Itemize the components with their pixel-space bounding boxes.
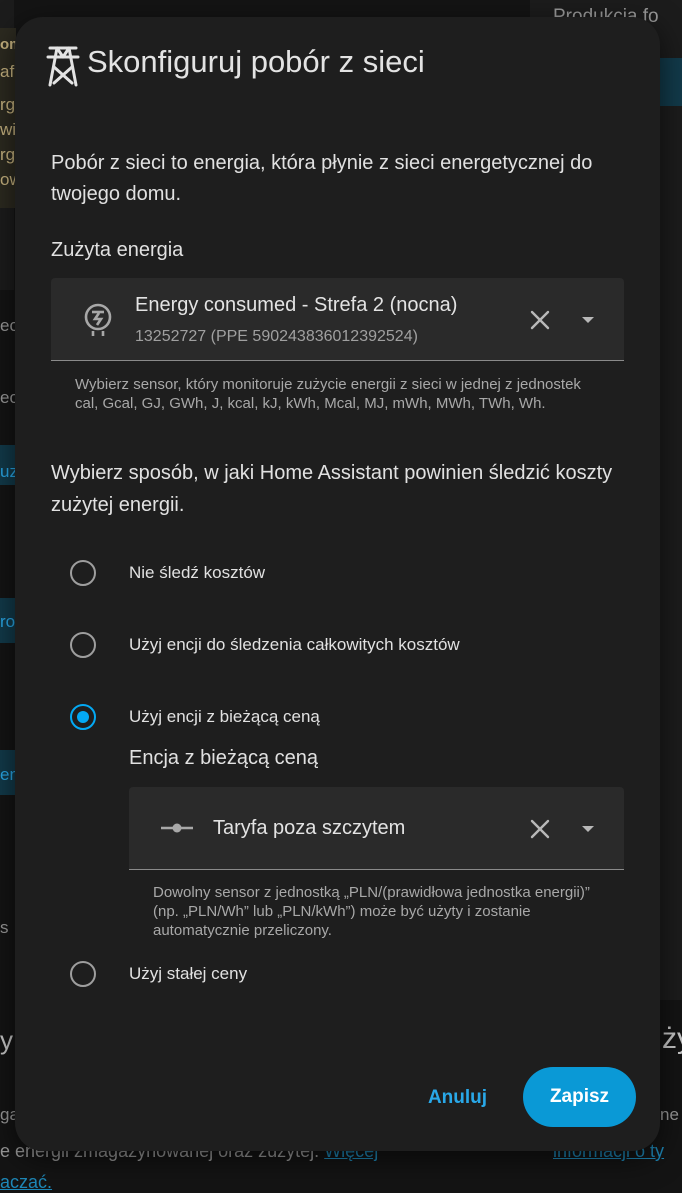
price-entity-dropdown-icon[interactable] bbox=[582, 826, 594, 832]
price-entity-value: Taryfa poza szczytem bbox=[213, 817, 406, 839]
bg-frag: y bbox=[0, 1025, 13, 1055]
bg-link[interactable]: aczać. bbox=[0, 1172, 52, 1192]
energy-sensor-picker[interactable]: Energy consumed - Strefa 2 (nocna) 13252… bbox=[51, 278, 624, 361]
radio-label: Użyj encji do śledzenia całkowitych kosz… bbox=[129, 635, 460, 654]
radio-button[interactable] bbox=[70, 961, 96, 987]
clear-energy-sensor-icon[interactable] bbox=[528, 308, 552, 332]
radio-no-cost[interactable]: Nie śledź kosztów bbox=[70, 558, 370, 592]
transmission-tower-icon bbox=[46, 46, 80, 87]
radio-fixed-price[interactable]: Użyj stałej ceny bbox=[70, 959, 370, 993]
energy-section-label: Zużyta energia bbox=[51, 239, 184, 261]
bg-bottom-link-2[interactable]: aczać. bbox=[0, 1172, 52, 1193]
energy-sensor-dropdown-icon[interactable] bbox=[582, 317, 594, 323]
bg-chip-4 bbox=[660, 58, 682, 106]
grid-consumption-dialog: Skonfiguruj pobór z sieci Pobór z sieci … bbox=[15, 17, 660, 1151]
radio-current-price-entity[interactable]: Użyj encji z bieżącą ceną bbox=[70, 702, 470, 736]
bg-frag: ne bbox=[660, 1105, 679, 1124]
radio-label: Użyj encji z bieżącą ceną bbox=[129, 707, 320, 726]
dialog-intro: Pobór z sieci to energia, która płynie z… bbox=[51, 152, 593, 205]
radio-label: Nie śledź kosztów bbox=[129, 563, 266, 582]
energy-sensor-id: 13252727 (PPE 590243836012392524) bbox=[135, 328, 418, 345]
meter-electric-icon bbox=[84, 303, 112, 336]
price-entity-picker[interactable]: Taryfa poza szczytem bbox=[129, 787, 624, 870]
energy-helper-text: Wybierz sensor, który monitoruje zużycie… bbox=[75, 376, 581, 412]
radio-total-cost-entity[interactable]: Użyj encji do śledzenia całkowitych kosz… bbox=[70, 630, 570, 664]
cost-question: Wybierz sposób, w jaki Home Assistant po… bbox=[51, 462, 613, 516]
bg-frag: ro bbox=[0, 612, 16, 631]
radio-button[interactable] bbox=[70, 560, 96, 586]
radio-button[interactable] bbox=[70, 632, 96, 658]
dialog-title: Skonfiguruj pobór z sieci bbox=[87, 44, 425, 79]
save-button[interactable]: Zapisz bbox=[523, 1067, 636, 1127]
bg-frag: wi bbox=[0, 120, 17, 139]
energy-sensor-name: Energy consumed - Strefa 2 (nocna) bbox=[135, 294, 458, 316]
price-entity-label: Encja z bieżącą ceną bbox=[129, 747, 319, 769]
cancel-button[interactable]: Anuluj bbox=[415, 1076, 500, 1120]
bg-frag: s bbox=[0, 918, 9, 937]
bg-frag: ży bbox=[662, 1022, 682, 1055]
radio-label: Użyj stałej ceny bbox=[129, 964, 248, 983]
radio-button-selected[interactable] bbox=[70, 704, 96, 730]
slider-input-icon bbox=[161, 823, 193, 833]
price-helper-text: Dowolny sensor z jednostką „PLN/(prawidł… bbox=[153, 884, 590, 939]
clear-price-entity-icon[interactable] bbox=[528, 817, 552, 841]
